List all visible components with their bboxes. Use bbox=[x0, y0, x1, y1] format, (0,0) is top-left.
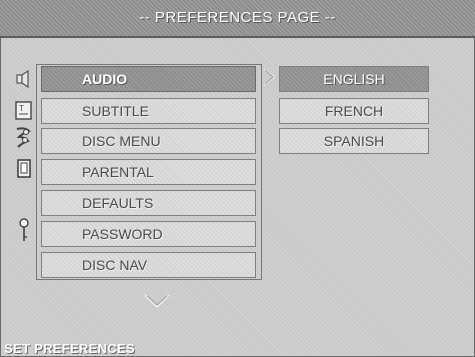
menu-item-disc-menu[interactable]: DISC MENU bbox=[41, 128, 256, 154]
submenu-item-spanish[interactable]: SPANISH bbox=[279, 128, 429, 154]
menu-item-password[interactable]: PASSWORD bbox=[41, 221, 256, 247]
title-bar: -- PREFERENCES PAGE -- bbox=[0, 0, 475, 38]
menu-item-subtitle[interactable]: SUBTITLE bbox=[41, 98, 256, 124]
page-title: -- PREFERENCES PAGE -- bbox=[139, 9, 336, 26]
menu-item-defaults[interactable]: DEFAULTS bbox=[41, 190, 256, 216]
svg-text:T: T bbox=[19, 104, 24, 113]
chevron-right-icon bbox=[262, 67, 276, 92]
menu-item-parental[interactable]: PARENTAL bbox=[41, 159, 256, 185]
submenu-item-english[interactable]: ENGLISH bbox=[279, 66, 429, 92]
speaker-icon bbox=[11, 66, 37, 92]
status-bar: SET PREFERENCES bbox=[0, 330, 475, 357]
parental-lock-icon bbox=[11, 156, 37, 182]
disc-menu-icon bbox=[11, 125, 37, 151]
menu-item-disc-nav[interactable]: DISC NAV bbox=[41, 252, 256, 278]
menu-item-audio[interactable]: AUDIO bbox=[41, 66, 256, 92]
subtitle-icon: T bbox=[11, 97, 37, 123]
key-icon bbox=[11, 218, 37, 244]
status-text: SET PREFERENCES bbox=[4, 341, 135, 356]
submenu-item-french[interactable]: FRENCH bbox=[279, 98, 429, 124]
chevron-down-icon bbox=[143, 293, 171, 314]
